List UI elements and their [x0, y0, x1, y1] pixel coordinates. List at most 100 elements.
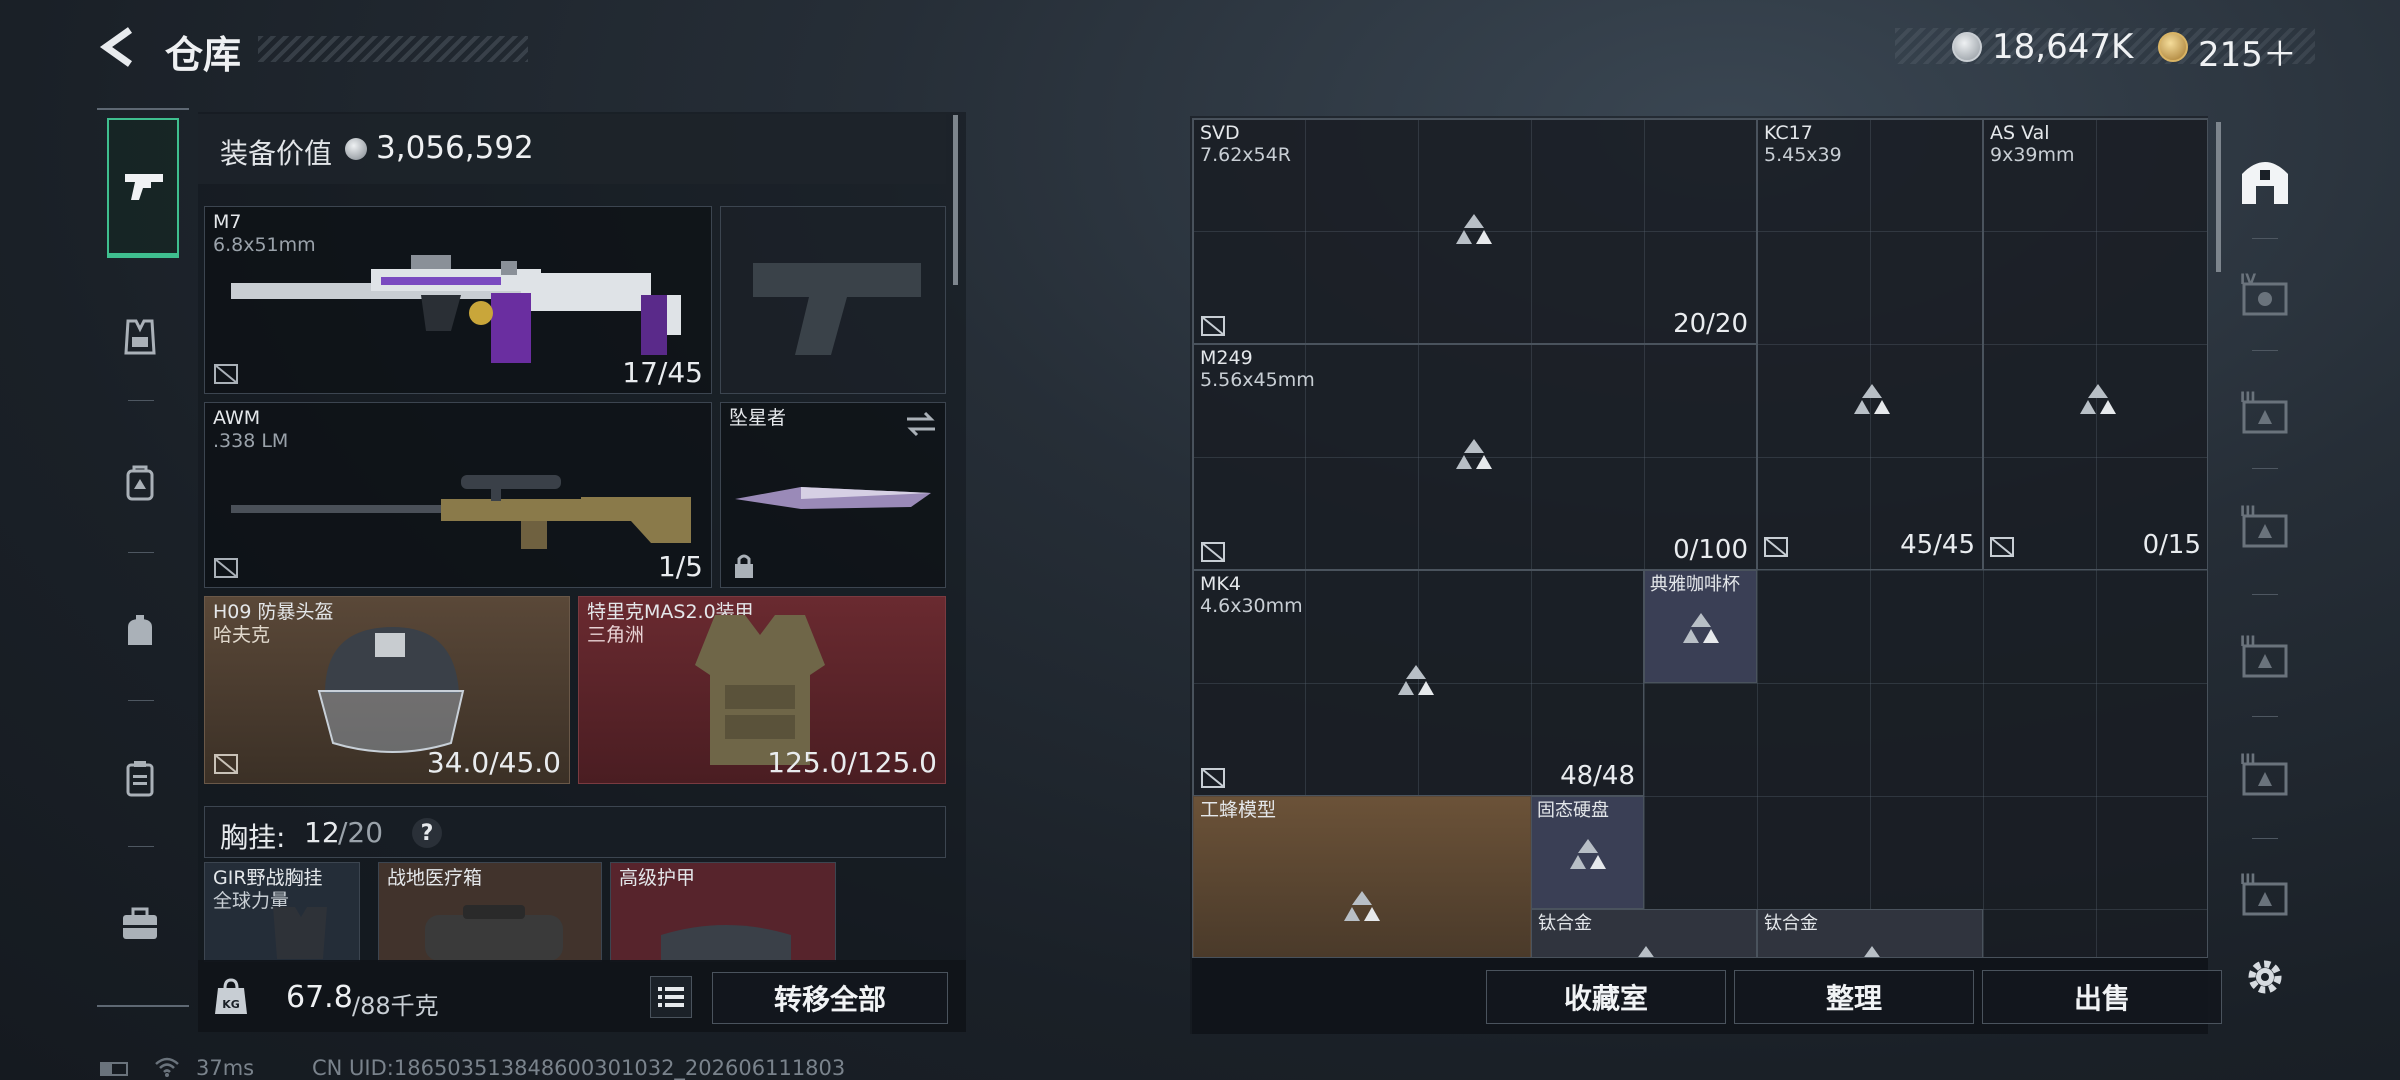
stash-grid: SVD 7.62x54R 20/20 KC17 5.45x39 AS Val 9…	[1192, 118, 2208, 958]
armor-vest-icon	[124, 319, 156, 355]
nav-separator	[2252, 238, 2278, 239]
stash-item[interactable]: M249 5.56x45mm 0/100	[1193, 344, 1757, 570]
coin-icon	[1952, 32, 1982, 62]
expansion-case-icon: IV	[2240, 272, 2288, 316]
currency-coins: 18,647K	[1992, 27, 2134, 67]
item-name: 典雅咖啡杯	[1650, 574, 1740, 595]
stash-item[interactable]: KC17 5.45x39	[1757, 119, 1983, 570]
svg-text:III: III	[2240, 872, 2256, 888]
nav-armor-tab[interactable]	[105, 302, 175, 372]
secondary-weapon-slot[interactable]: AWM .338 LM 1/5	[204, 402, 712, 588]
rig-label: 胸挂:	[220, 821, 286, 854]
placeholder-triangle-icon	[1344, 891, 1380, 921]
rig-help-button[interactable]: ?	[412, 818, 442, 848]
sell-button[interactable]: 出售	[1982, 970, 2222, 1024]
body-armor-slot[interactable]: 特里克MAS2.0装甲 三角洲 125.0/125.0	[578, 596, 946, 784]
list-icon	[658, 987, 684, 1007]
pistol-placeholder-icon	[753, 263, 921, 355]
wifi-icon	[155, 1057, 179, 1077]
equip-value-amount: 3,056,592	[376, 130, 534, 166]
expansion-case-icon: III	[2240, 390, 2288, 434]
collection-room-button[interactable]: 收藏室	[1486, 970, 1726, 1024]
ammo-count: 17/45	[622, 356, 703, 389]
rig-item[interactable]: 高级护甲	[610, 862, 836, 962]
item-count: 0/15	[2142, 530, 2201, 560]
rig-item[interactable]: GIR野战胸挂 全球力量	[204, 862, 360, 962]
nav-toolbox-tab[interactable]	[105, 888, 175, 958]
item-name: SVD	[1200, 122, 1240, 144]
item-ammo-type: 4.6x30mm	[1200, 595, 1303, 617]
page-title: 仓库	[165, 33, 242, 77]
transfer-all-button[interactable]: 转移全部	[712, 972, 948, 1024]
ping: 37ms	[196, 1056, 255, 1080]
primary-weapon-slot[interactable]: M7 6.8x51mm 17/45	[204, 206, 712, 394]
left-nav-frame-bottom	[97, 1005, 189, 1007]
armor-plate-image	[661, 925, 791, 961]
uninsured-icon	[1764, 537, 1788, 557]
battery-icon	[100, 1062, 128, 1076]
item-name: MK4	[1200, 573, 1241, 595]
currency-premium[interactable]: 215＋	[2198, 27, 2297, 76]
stash-item[interactable]: SVD 7.62x54R 20/20	[1193, 119, 1757, 344]
item-ammo-type: 5.56x45mm	[1200, 369, 1315, 391]
item-count: 20/20	[1673, 309, 1748, 339]
stash-item[interactable]: 钛合金	[1531, 909, 1757, 957]
placeholder-triangle-icon	[1638, 946, 1654, 957]
title-stripe-decoration	[258, 36, 528, 62]
stash-item[interactable]: 典雅咖啡杯	[1644, 570, 1757, 683]
settings-button[interactable]	[2240, 952, 2290, 1002]
carry-weight: 67.8	[286, 980, 353, 1015]
weapon-name: AWM	[213, 407, 261, 429]
sidearm-slot-empty[interactable]	[720, 206, 946, 394]
stash-item[interactable]: 固态硬盘	[1531, 796, 1644, 909]
sort-button[interactable]: 整理	[1734, 970, 1974, 1024]
svg-text:III: III	[2240, 390, 2256, 406]
stash-item[interactable]: MK4 4.6x30mm 48/48	[1193, 570, 1644, 796]
stash-tab-3c[interactable]: III	[2230, 624, 2300, 694]
item-name: 钛合金	[1538, 913, 1592, 934]
stash-tab-4[interactable]: IV	[2230, 262, 2300, 332]
svg-text:IV: IV	[2240, 272, 2256, 288]
back-button[interactable]	[96, 24, 142, 70]
nav-weapons-tab[interactable]	[107, 118, 179, 258]
stash-tab-main[interactable]	[2230, 146, 2300, 216]
stash-item[interactable]: AS Val 9x39mm	[1983, 119, 2207, 570]
svg-text:KG: KG	[222, 998, 240, 1011]
swap-icon[interactable]	[905, 411, 937, 437]
pouch-icon	[128, 615, 152, 645]
gear-icon	[2248, 960, 2282, 994]
helmet-slot[interactable]: H09 防暴头盔 哈夫克 34.0/45.0	[204, 596, 570, 784]
nav-separator	[128, 700, 154, 701]
weight-icon: KG	[215, 978, 247, 1014]
placeholder-triangle-icon	[1864, 946, 1880, 957]
weapon-name: M7	[213, 211, 242, 233]
item-count: 45/45	[1900, 530, 1975, 560]
rig-item[interactable]: 战地医疗箱	[378, 862, 602, 962]
list-view-button[interactable]	[650, 976, 692, 1018]
stash-item[interactable]: 工蜂模型	[1193, 796, 1531, 957]
nav-pouch-tab[interactable]	[105, 596, 175, 666]
item-name: 固态硬盘	[1537, 800, 1609, 821]
loadout-scrollbar[interactable]	[953, 115, 958, 285]
stash-tab-3b[interactable]: III	[2230, 494, 2300, 564]
medkit-image	[425, 905, 563, 961]
expansion-case-icon: III	[2240, 634, 2288, 678]
lock-icon	[735, 554, 753, 578]
melee-slot[interactable]: 坠星者	[720, 402, 946, 588]
gold-coin-icon	[2158, 32, 2188, 62]
stash-item[interactable]: 钛合金	[1757, 909, 1983, 957]
stash-tab-3d[interactable]: III	[2230, 742, 2300, 812]
stash-scrollbar[interactable]	[2216, 122, 2221, 272]
melee-name: 坠星者	[729, 407, 787, 429]
nav-backpack-tab[interactable]	[105, 448, 175, 518]
item-count: 0/100	[1673, 535, 1748, 565]
stash-tab-3e[interactable]: III	[2230, 862, 2300, 932]
item-ammo-type: 9x39mm	[1990, 144, 2075, 166]
item-ammo-type: 7.62x54R	[1200, 144, 1291, 166]
nav-container-tab[interactable]	[105, 742, 175, 812]
carry-weight-cap: /88千克	[352, 992, 439, 1020]
coin-icon	[345, 138, 367, 160]
item-name: 高级护甲	[619, 867, 696, 889]
uninsured-icon	[1201, 316, 1225, 336]
stash-tab-3a[interactable]: III	[2230, 380, 2300, 450]
